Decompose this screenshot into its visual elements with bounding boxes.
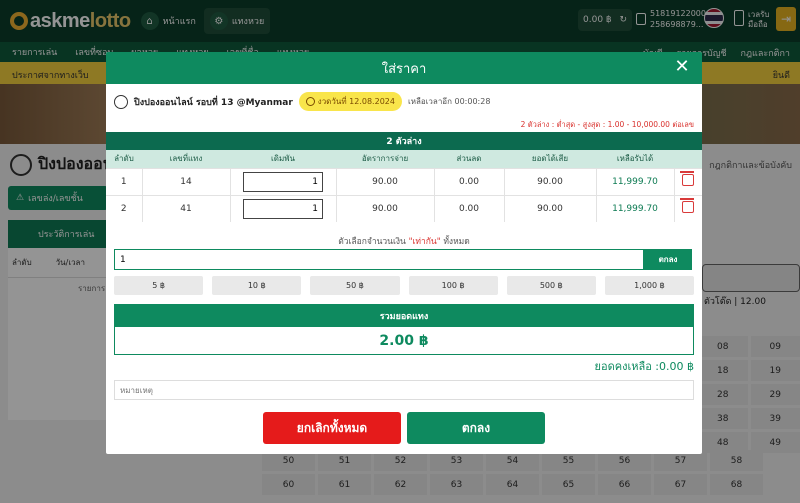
total-label: รวมยอดแทง: [115, 305, 693, 327]
bet-price-modal: ใส่ราคา ✕ ปิงปองออนไลน์ รอบที่ 13 @Myanm…: [106, 52, 702, 454]
preset-100-button[interactable]: 100 ฿: [408, 276, 498, 295]
bet-amount-input[interactable]: [243, 171, 323, 192]
total-value: 2.00 ฿: [379, 332, 429, 349]
table-row: 2 41 90.00 0.00 90.00 11,999.70: [106, 194, 702, 222]
col-header: เดิมพัน: [230, 150, 336, 168]
bet-amount-input[interactable]: [243, 198, 323, 219]
col-header: [674, 150, 702, 168]
preset-amounts: 5 ฿ 10 ฿ 50 ฿ 100 ฿ 500 ฿ 1,000 ฿: [114, 276, 695, 295]
modal-title: ใส่ราคา: [381, 61, 427, 77]
round-title: ปิงปองออนไลน์ รอบที่ 13 @Myanmar: [134, 97, 293, 108]
countdown: เหลือเวลาอีก 00:00:28: [407, 97, 491, 106]
preset-50-button[interactable]: 50 ฿: [310, 276, 400, 295]
trash-icon[interactable]: [680, 171, 695, 186]
quick-amount-ok-button[interactable]: ตกลง: [644, 249, 692, 270]
modal-header: ใส่ราคา ✕: [106, 52, 702, 84]
table-row: 1 14 90.00 0.00 90.00 11,999.70: [106, 167, 702, 195]
confirm-button[interactable]: ตกลง: [407, 412, 545, 444]
preset-10-button[interactable]: 10 ฿: [212, 276, 302, 295]
section-title: 2 ตัวล่าง: [106, 132, 702, 150]
clock-icon: [305, 97, 315, 106]
pingpong-icon: [114, 94, 128, 109]
note-input[interactable]: [114, 380, 694, 400]
close-icon[interactable]: ✕: [672, 58, 692, 78]
total-box: รวมยอดแทง 2.00 ฿: [114, 304, 694, 355]
remaining-credit: ยอดคงเหลือ :0.00 ฿: [594, 360, 694, 373]
trash-icon[interactable]: [680, 198, 695, 214]
preset-1000-button[interactable]: 1,000 ฿: [604, 276, 695, 295]
preset-5-button[interactable]: 5 ฿: [114, 276, 204, 295]
col-header: เลขที่แทง: [142, 150, 230, 168]
col-header: อัตราการจ่าย: [336, 150, 434, 168]
quick-amount-input[interactable]: [114, 249, 644, 270]
date-badge: งวดวันที่ 12.08.2024: [298, 92, 402, 111]
bet-limits: 2 ตัวล่าง : ต่ำสุด - สูงสุด : 1.00 - 10,…: [520, 120, 694, 129]
quick-amount-label: ตัวเลือกจำนวนเงิน "เท่ากัน" ทั้งหมด: [338, 237, 470, 247]
round-info: ปิงปองออนไลน์ รอบที่ 13 @Myanmar งวดวันท…: [114, 92, 490, 111]
cancel-all-button[interactable]: ยกเลิกทั้งหมด: [263, 412, 401, 444]
col-header: ยอดได้เสีย: [504, 150, 596, 168]
col-header: ลำดับ: [106, 150, 142, 168]
col-header: ส่วนลด: [434, 150, 504, 168]
bets-table: ลำดับ เลขที่แทง เดิมพัน อัตราการจ่าย ส่ว…: [106, 150, 702, 222]
preset-500-button[interactable]: 500 ฿: [506, 276, 596, 295]
col-header: เหลือรับได้: [596, 150, 674, 168]
